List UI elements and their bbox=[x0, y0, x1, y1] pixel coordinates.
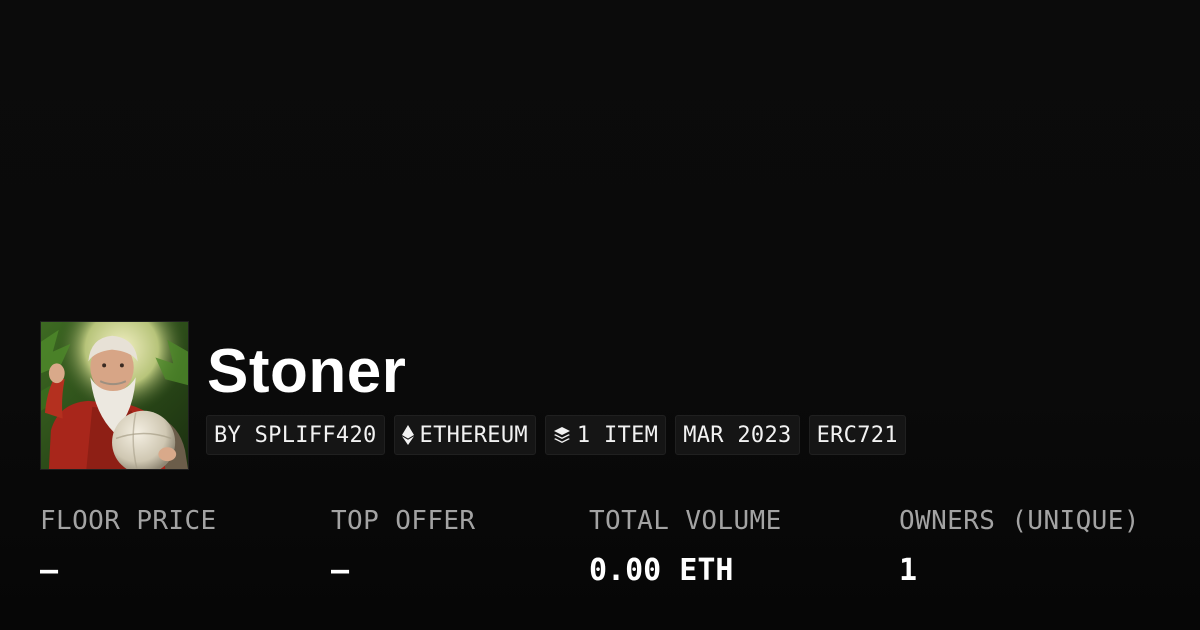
floor-price-stat: FLOOR PRICE – bbox=[40, 503, 217, 589]
date-tag-label: MAR 2023 bbox=[683, 422, 792, 448]
total-volume-label: TOTAL VOLUME bbox=[589, 506, 782, 536]
owners-stat: OWNERS (UNIQUE) 1 bbox=[899, 503, 1140, 589]
creator-tag[interactable]: BY SPLIFF420 bbox=[206, 415, 385, 455]
layers-icon bbox=[553, 426, 571, 444]
top-offer-stat: TOP OFFER – bbox=[331, 503, 475, 589]
ethereum-icon bbox=[401, 425, 414, 445]
owners-label: OWNERS (UNIQUE) bbox=[899, 506, 1140, 536]
collection-title: Stoner bbox=[207, 337, 407, 406]
collection-card: Stoner BY SPLIFF420 ETHEREUM 1 ITEM MAR … bbox=[0, 0, 1200, 630]
standard-tag: ERC721 bbox=[808, 415, 906, 455]
owners-value: 1 bbox=[899, 553, 918, 588]
standard-tag-label: ERC721 bbox=[816, 422, 898, 448]
floor-price-label: FLOOR PRICE bbox=[40, 506, 217, 536]
chain-tag-label: ETHEREUM bbox=[419, 422, 528, 448]
items-tag-label: 1 ITEM bbox=[576, 422, 659, 448]
items-tag[interactable]: 1 ITEM bbox=[544, 415, 667, 455]
top-offer-value: – bbox=[331, 553, 350, 588]
total-volume-value: 0.00 ETH bbox=[589, 553, 734, 588]
total-volume-stat: TOTAL VOLUME 0.00 ETH bbox=[589, 503, 782, 589]
chain-tag[interactable]: ETHEREUM bbox=[393, 415, 536, 455]
collection-tags: BY SPLIFF420 ETHEREUM 1 ITEM MAR 2023 ER… bbox=[206, 415, 906, 455]
floor-price-value: – bbox=[40, 553, 59, 588]
top-offer-label: TOP OFFER bbox=[331, 506, 476, 536]
collection-avatar bbox=[40, 321, 189, 470]
date-tag: MAR 2023 bbox=[675, 415, 800, 455]
creator-tag-label: BY SPLIFF420 bbox=[214, 422, 377, 448]
